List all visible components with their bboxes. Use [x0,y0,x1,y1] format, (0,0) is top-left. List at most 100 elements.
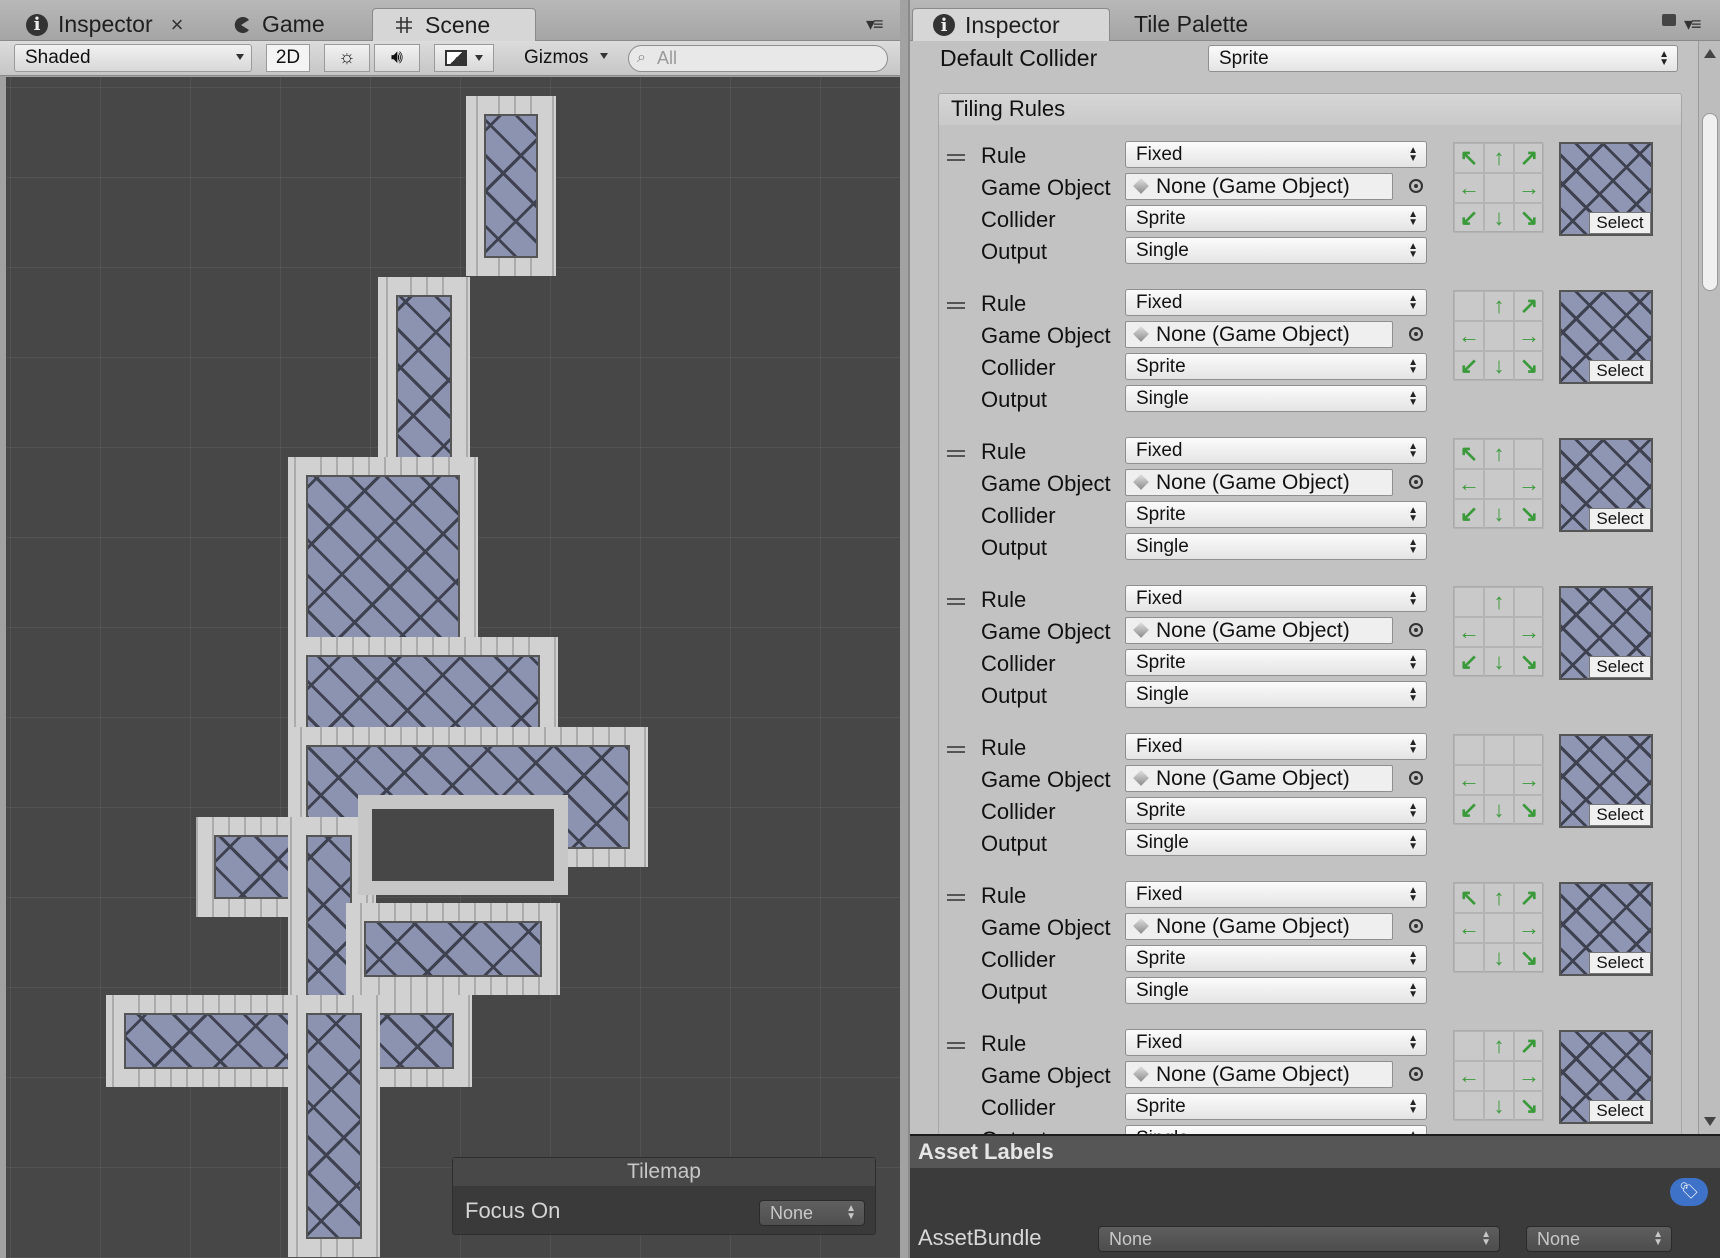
collider-dropdown[interactable]: Sprite ▲ ▼ [1125,501,1427,528]
scene-search-input[interactable]: ⌕ All [628,45,888,72]
select-sprite-button[interactable]: Select [1589,1100,1651,1122]
neighbor-arrow-icon[interactable]: ← [1454,765,1484,795]
neighbor-empty-cell[interactable] [1514,587,1544,617]
neighbor-arrow-icon[interactable]: ← [1454,1061,1484,1091]
rule-dropdown[interactable]: Fixed ▲ ▼ [1125,437,1427,464]
neighbor-arrow-icon[interactable]: ↙ [1454,351,1484,381]
neighbor-arrow-icon[interactable]: ↘ [1514,647,1544,677]
neighbor-arrow-icon[interactable]: ↘ [1514,499,1544,529]
neighbor-empty-cell[interactable] [1514,735,1544,765]
object-picker-icon[interactable] [1409,179,1423,193]
scene-viewport[interactable]: Tilemap Focus On None ▲ ▼ [6,77,900,1258]
neighbor-arrow-icon[interactable]: ↓ [1484,795,1514,825]
collider-dropdown[interactable]: Sprite ▲ ▼ [1125,797,1427,824]
neighbor-arrow-icon[interactable]: ↑ [1484,439,1514,469]
neighbor-arrow-icon[interactable]: ↖ [1454,883,1484,913]
neighbor-arrow-icon[interactable]: → [1514,1061,1544,1091]
neighbor-arrow-icon[interactable]: ↑ [1484,143,1514,173]
neighbor-empty-cell[interactable] [1484,1061,1514,1091]
gizmos-dropdown[interactable]: Gizmos [514,44,612,72]
collider-dropdown[interactable]: Sprite ▲ ▼ [1125,1093,1427,1120]
neighbor-arrow-icon[interactable]: ↙ [1454,499,1484,529]
drag-handle-icon[interactable] [947,450,965,457]
2d-toggle-button[interactable]: 2D [266,44,310,72]
tab-inspector-left[interactable]: i Inspector × [6,8,196,41]
assetbundle-name-dropdown[interactable]: None ▲ ▼ [1098,1226,1500,1252]
neighbor-arrow-icon[interactable]: → [1514,617,1544,647]
inspector-scrollbar[interactable] [1698,41,1720,1134]
neighbor-empty-cell[interactable] [1484,913,1514,943]
neighbor-arrow-icon[interactable]: ↙ [1454,203,1484,233]
output-dropdown[interactable]: Single▲▼ [1125,1125,1427,1134]
neighbor-arrow-icon[interactable]: ↘ [1514,943,1544,973]
object-picker-icon[interactable] [1409,919,1423,933]
neighbor-arrow-icon[interactable]: ↓ [1484,203,1514,233]
select-sprite-button[interactable]: Select [1589,952,1651,974]
neighbor-arrow-icon[interactable]: → [1514,913,1544,943]
neighbor-empty-cell[interactable] [1454,587,1484,617]
neighbor-arrow-icon[interactable]: ↑ [1484,883,1514,913]
rule-dropdown[interactable]: Fixed ▲ ▼ [1125,733,1427,760]
audio-toggle-button[interactable]: 🔊︎ [374,44,420,72]
select-sprite-button[interactable]: Select [1589,212,1651,234]
assetbundle-variant-dropdown[interactable]: None ▲ ▼ [1526,1226,1672,1252]
output-dropdown[interactable]: Single▲▼ [1125,977,1427,1004]
rule-dropdown[interactable]: Fixed ▲ ▼ [1125,289,1427,316]
neighbor-arrow-icon[interactable]: → [1514,469,1544,499]
neighbor-arrow-icon[interactable]: ↗ [1514,291,1544,321]
output-dropdown[interactable]: Single▲▼ [1125,681,1427,708]
output-dropdown[interactable]: Single▲▼ [1125,385,1427,412]
neighbor-empty-cell[interactable] [1484,469,1514,499]
neighbor-arrow-icon[interactable]: ↘ [1514,203,1544,233]
neighbor-arrow-icon[interactable]: ↗ [1514,1031,1544,1061]
collider-dropdown[interactable]: Sprite ▲ ▼ [1125,945,1427,972]
game-object-field[interactable]: None (Game Object) [1125,469,1393,496]
drag-handle-icon[interactable] [947,1042,965,1049]
lighting-toggle-button[interactable]: ☼ [324,44,370,72]
neighbor-arrow-icon[interactable]: ↗ [1514,143,1544,173]
neighbor-empty-cell[interactable] [1484,617,1514,647]
game-object-field[interactable]: None (Game Object) [1125,321,1393,348]
neighbor-empty-cell[interactable] [1454,291,1484,321]
output-dropdown[interactable]: Single▲▼ [1125,533,1427,560]
lock-icon[interactable] [1662,14,1676,26]
drag-handle-icon[interactable] [947,598,965,605]
rule-dropdown[interactable]: Fixed ▲ ▼ [1125,585,1427,612]
select-sprite-button[interactable]: Select [1589,656,1651,678]
select-sprite-button[interactable]: Select [1589,804,1651,826]
neighbor-empty-cell[interactable] [1484,321,1514,351]
neighbor-arrow-icon[interactable]: ↖ [1454,143,1484,173]
tiling-rules-header[interactable]: Tiling Rules [938,93,1682,125]
effects-dropdown[interactable] [434,44,494,72]
tab-inspector[interactable]: i Inspector [912,8,1110,41]
collider-dropdown[interactable]: Sprite ▲ ▼ [1125,649,1427,676]
drag-handle-icon[interactable] [947,154,965,161]
game-object-field[interactable]: None (Game Object) [1125,765,1393,792]
neighbor-arrow-icon[interactable]: ← [1454,617,1484,647]
game-object-field[interactable]: None (Game Object) [1125,617,1393,644]
neighbor-arrow-icon[interactable]: ↑ [1484,1031,1514,1061]
neighbor-arrow-icon[interactable]: ↑ [1484,587,1514,617]
neighbor-arrow-icon[interactable]: ← [1454,913,1484,943]
neighbor-arrow-icon[interactable]: ↗ [1514,883,1544,913]
neighbor-arrow-icon[interactable]: ↖ [1454,439,1484,469]
close-icon[interactable]: × [171,12,184,38]
select-sprite-button[interactable]: Select [1589,508,1651,530]
panel-menu-icon[interactable]: ▾≡ [1684,14,1701,35]
shading-mode-dropdown[interactable]: Shaded [14,44,252,72]
output-dropdown[interactable]: Single▲▼ [1125,237,1427,264]
neighbor-arrow-icon[interactable]: ↘ [1514,795,1544,825]
scrollbar-thumb[interactable] [1702,113,1718,291]
neighbor-empty-cell[interactable] [1454,1031,1484,1061]
output-dropdown[interactable]: Single▲▼ [1125,829,1427,856]
neighbor-empty-cell[interactable] [1484,173,1514,203]
neighbor-arrow-icon[interactable]: ↓ [1484,499,1514,529]
collider-dropdown[interactable]: Sprite ▲ ▼ [1125,205,1427,232]
tab-game[interactable]: Game [210,8,370,41]
neighbor-arrow-icon[interactable]: ↑ [1484,291,1514,321]
object-picker-icon[interactable] [1409,475,1423,489]
neighbor-arrow-icon[interactable]: ← [1454,321,1484,351]
neighbor-empty-cell[interactable] [1484,735,1514,765]
neighbor-arrow-icon[interactable]: ← [1454,469,1484,499]
neighbor-empty-cell[interactable] [1454,943,1484,973]
